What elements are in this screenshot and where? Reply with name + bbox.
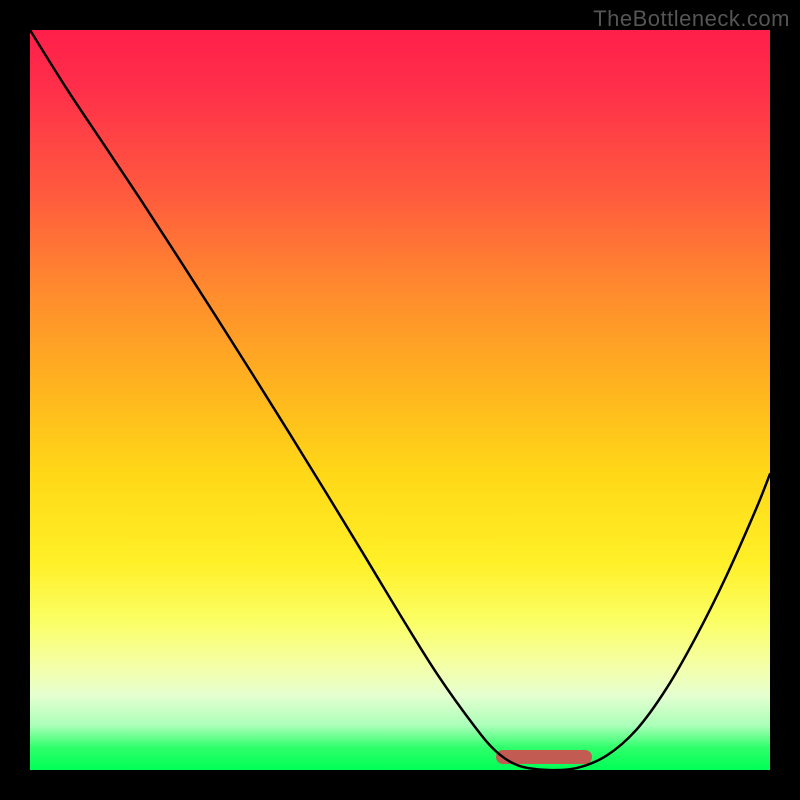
- chart-frame: TheBottleneck.com: [0, 0, 800, 800]
- plot-area: [30, 30, 770, 770]
- watermark-text: TheBottleneck.com: [593, 6, 790, 32]
- bottleneck-curve: [30, 30, 770, 770]
